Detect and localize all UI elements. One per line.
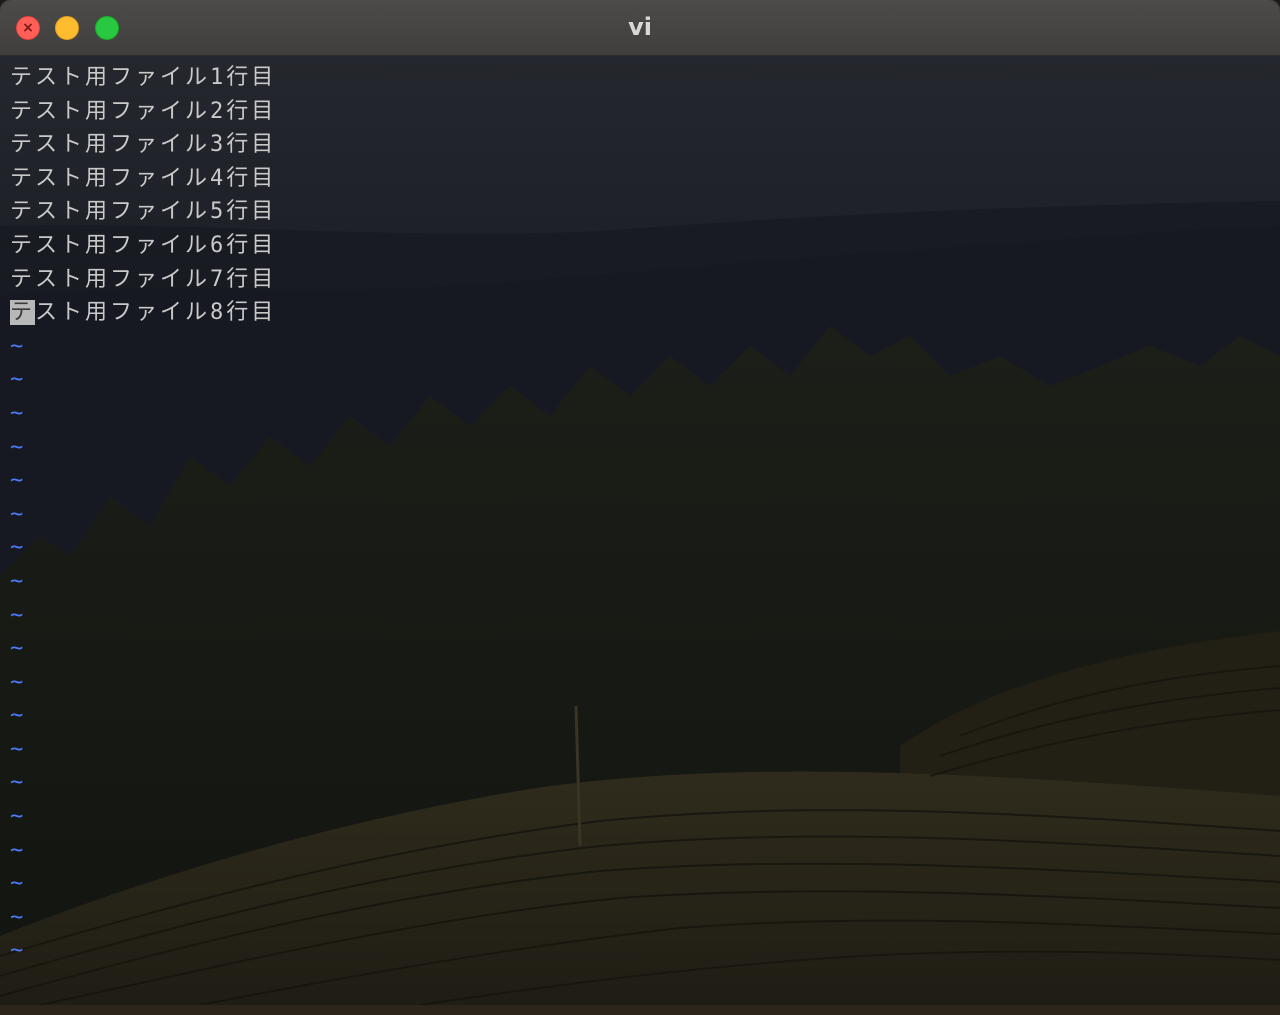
buffer-line-3: テスト用ファイル3行目 <box>10 132 277 158</box>
tilde-line: ~ <box>10 904 24 930</box>
buffer-line-4: テスト用ファイル4行目 <box>10 165 277 191</box>
terminal-content[interactable]: テスト用ファイル1行目 テスト用ファイル2行目 テスト用ファイル3行目 テスト用… <box>0 56 1280 1005</box>
tilde-line: ~ <box>10 535 24 561</box>
text-cursor: テ <box>10 300 36 326</box>
tilde-line: ~ <box>10 837 24 863</box>
tilde-line: ~ <box>10 501 24 527</box>
buffer-line-6: テスト用ファイル6行目 <box>10 232 277 258</box>
desktop-strip <box>0 1005 1280 1015</box>
buffer-line-8-rest: スト用ファイル8行目 <box>35 300 277 326</box>
tilde-line: ~ <box>10 770 24 796</box>
tilde-line: ~ <box>10 367 24 393</box>
buffer-line-2: テスト用ファイル2行目 <box>10 98 277 124</box>
tilde-line: ~ <box>10 804 24 830</box>
maximize-button[interactable] <box>95 16 119 40</box>
tilde-line: ~ <box>10 568 24 594</box>
tilde-line: ~ <box>10 636 24 662</box>
buffer-line-5: テスト用ファイル5行目 <box>10 199 277 225</box>
tilde-line: ~ <box>10 871 24 897</box>
tilde-line: ~ <box>10 602 24 628</box>
window-title: vi <box>628 13 652 41</box>
tilde-line: ~ <box>10 938 24 964</box>
tilde-line: ~ <box>10 434 24 460</box>
tilde-line: ~ <box>10 703 24 729</box>
empty-line-markers: ~ ~ ~ ~ ~ ~ ~ ~ ~ ~ ~ ~ ~ ~ ~ ~ ~ ~ ~ <box>10 330 276 968</box>
tilde-line: ~ <box>10 400 24 426</box>
buffer-line-1: テスト用ファイル1行目 <box>10 65 277 90</box>
close-icon: × <box>22 20 34 36</box>
tilde-line: ~ <box>10 669 24 695</box>
editor-buffer[interactable]: テスト用ファイル1行目 テスト用ファイル2行目 テスト用ファイル3行目 テスト用… <box>10 61 276 968</box>
tilde-line: ~ <box>10 468 24 494</box>
title-bar[interactable]: vi × <box>0 0 1280 56</box>
close-button[interactable]: × <box>16 16 40 40</box>
buffer-line-8: テスト用ファイル8行目 <box>10 296 276 330</box>
buffer-line-7: テスト用ファイル7行目 <box>10 266 277 292</box>
tilde-line: ~ <box>10 736 24 762</box>
tilde-line: ~ <box>10 333 24 359</box>
terminal-window: vi × テスト用ファイル1行目 テスト用ファイル2行目 テスト用ファイル3行目… <box>0 0 1280 1005</box>
minimize-button[interactable] <box>55 16 79 40</box>
